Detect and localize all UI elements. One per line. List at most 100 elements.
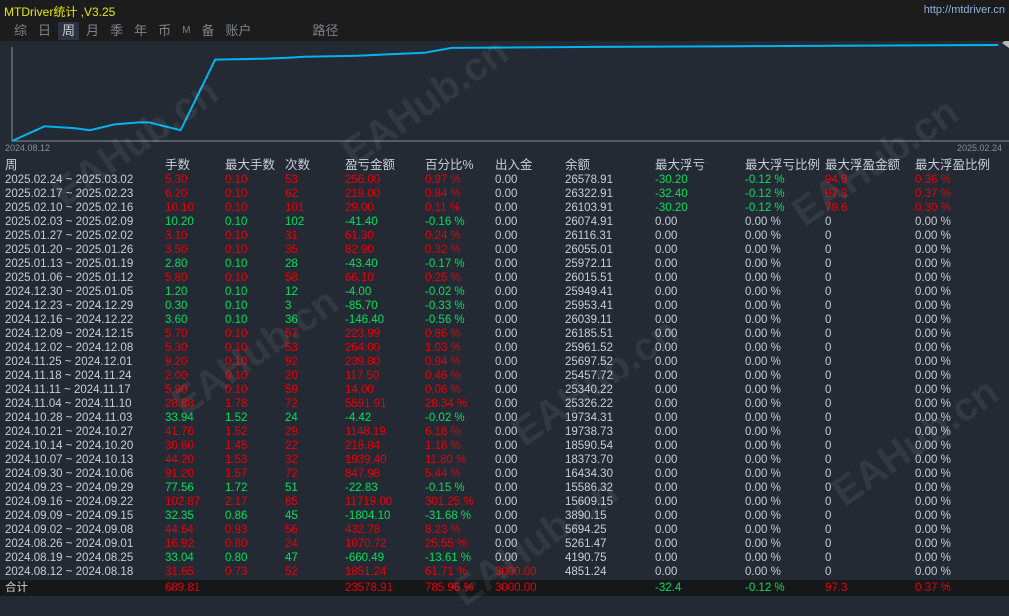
cell-lots: 44.64 bbox=[165, 524, 194, 536]
tab-2[interactable]: 周 bbox=[58, 22, 80, 40]
cell-max-drawdown: 0.00 bbox=[655, 300, 678, 312]
cell-profit: -4.42 bbox=[345, 412, 372, 424]
cell-week: 2024.11.18 ~ 2024.11.24 bbox=[5, 370, 132, 382]
cell-max-floating-profit-pct: 0.00 % bbox=[915, 342, 951, 354]
cell-max-drawdown: -32.40 bbox=[655, 188, 688, 200]
header-percent[interactable]: 百分比% bbox=[425, 157, 474, 173]
cell-max-lots: 0.80 bbox=[225, 538, 248, 550]
header-count[interactable]: 次数 bbox=[285, 157, 310, 173]
cell-max-drawdown: -30.20 bbox=[655, 174, 688, 186]
cell-profit: 29.00 bbox=[345, 202, 374, 214]
data-point bbox=[74, 127, 76, 129]
cell-max-drawdown-pct: 0.00 % bbox=[745, 412, 781, 424]
cell-max-floating-profit: 0 bbox=[825, 356, 832, 368]
cell-max-lots: 1.53 bbox=[225, 454, 248, 466]
tab-6[interactable]: 币 bbox=[154, 22, 175, 40]
tab-10[interactable]: 路径 bbox=[308, 22, 342, 40]
cell-balance: 15609.15 bbox=[565, 496, 613, 508]
table-row: 2024.10.28 ~ 2024.11.03 33.94 1.52 24 -4.42 -… bbox=[0, 411, 1009, 425]
cell-balance: 4851.24 bbox=[565, 566, 607, 578]
cell-percent: 0.84 % bbox=[425, 188, 461, 200]
cell-lots: 33.04 bbox=[165, 552, 194, 564]
table-row: 2024.09.16 ~ 2024.09.22 102.87 2.17 85 11719… bbox=[0, 495, 1009, 509]
tab-0[interactable]: 综 bbox=[10, 22, 31, 40]
cell-max-floating-profit: 0 bbox=[825, 454, 832, 466]
cell-deposit: 0.00 bbox=[495, 426, 518, 438]
cell-deposit: 0.00 bbox=[495, 370, 518, 382]
table-row: 2024.11.04 ~ 2024.11.10 28.88 1.78 72 5591.9… bbox=[0, 397, 1009, 411]
cell-max-floating-profit-pct: 0.00 % bbox=[915, 482, 951, 494]
tab-3[interactable]: 月 bbox=[82, 22, 103, 40]
tab-1[interactable]: 日 bbox=[34, 22, 55, 40]
cell-week: 2024.11.11 ~ 2024.11.17 bbox=[5, 384, 131, 396]
cell-max-lots: 0.10 bbox=[225, 258, 248, 270]
table-row: 2024.11.18 ~ 2024.11.24 2.00 0.10 20 117.50 0… bbox=[0, 369, 1009, 383]
header-balance[interactable]: 余额 bbox=[565, 157, 590, 173]
header-max-drawdown-pct[interactable]: 最大浮亏比例 bbox=[745, 157, 820, 173]
cell-max-drawdown-pct: 0.00 % bbox=[745, 216, 781, 228]
cell-week: 2025.02.24 ~ 2025.03.02 bbox=[5, 174, 134, 186]
cell-deposit: 3000.00 bbox=[495, 582, 537, 594]
cell-lots: 31.65 bbox=[165, 566, 194, 578]
cell-lots: 41.76 bbox=[165, 426, 194, 438]
cell-deposit: 0.00 bbox=[495, 244, 518, 256]
cell-week: 2024.10.07 ~ 2024.10.13 bbox=[5, 454, 134, 466]
header-max-lots[interactable]: 最大手数 bbox=[225, 157, 275, 173]
cell-profit: -660.49 bbox=[345, 552, 385, 564]
table-row: 2024.08.12 ~ 2024.08.18 31.65 0.73 52 1851.2… bbox=[0, 565, 1009, 579]
cell-profit: -1804.10 bbox=[345, 510, 391, 522]
cell-percent: -0.15 % bbox=[425, 482, 465, 494]
header-max-floating-profit-pct[interactable]: 最大浮盈比例 bbox=[915, 157, 990, 173]
cell-count: 52 bbox=[285, 566, 298, 578]
cell-max-floating-profit-pct: 0.00 % bbox=[915, 230, 951, 242]
cell-max-floating-profit: 0 bbox=[825, 398, 832, 410]
cell-percent: -0.33 % bbox=[425, 300, 465, 312]
cell-max-lots: 0.10 bbox=[225, 342, 248, 354]
cell-max-lots: 0.80 bbox=[225, 552, 248, 564]
tab-5[interactable]: 年 bbox=[130, 22, 151, 40]
cell-profit: 1939.40 bbox=[345, 454, 387, 466]
header-week[interactable]: 周 bbox=[5, 157, 18, 173]
header-max-floating-profit[interactable]: 最大浮盈金额 bbox=[825, 157, 900, 173]
cell-max-lots: 0.10 bbox=[225, 300, 248, 312]
cell-lots: 5.90 bbox=[165, 384, 188, 396]
cell-max-drawdown: 0.00 bbox=[655, 426, 678, 438]
tab-7[interactable]: M bbox=[178, 22, 194, 40]
cell-profit: 5591.91 bbox=[345, 398, 387, 410]
cell-balance: 18373.70 bbox=[565, 454, 613, 466]
cell-max-floating-profit-pct: 0.00 % bbox=[915, 356, 951, 368]
cell-week: 2024.09.30 ~ 2024.10.06 bbox=[5, 468, 134, 480]
cell-lots: 91.20 bbox=[165, 468, 194, 480]
cell-balance: 26039.11 bbox=[565, 314, 613, 326]
cell-deposit: 0.00 bbox=[495, 412, 518, 424]
cell-lots: 6.20 bbox=[165, 188, 188, 200]
cell-deposit: 0.00 bbox=[495, 188, 518, 200]
cell-max-drawdown-pct: 0.00 % bbox=[745, 524, 781, 536]
header-max-drawdown[interactable]: 最大浮亏 bbox=[655, 157, 705, 173]
cell-lots: 3.50 bbox=[165, 244, 188, 256]
cell-max-floating-profit: 94.8 bbox=[825, 174, 848, 186]
cell-max-lots: 0.10 bbox=[225, 314, 248, 326]
cell-max-floating-profit-pct: 0.36 % bbox=[915, 174, 951, 186]
tab-9[interactable]: 账户 bbox=[221, 22, 255, 40]
cell-max-drawdown: 0.00 bbox=[655, 440, 678, 452]
table-row: 2025.02.24 ~ 2025.03.02 5.30 0.10 53 256.00 0… bbox=[0, 173, 1009, 187]
cell-percent: 28.34 % bbox=[425, 398, 468, 410]
data-point bbox=[148, 121, 150, 123]
table-row: 2024.08.26 ~ 2024.09.01 16.92 0.80 24 1070.7… bbox=[0, 537, 1009, 551]
tab-8[interactable]: 备 bbox=[197, 22, 218, 40]
table-row: 2024.10.07 ~ 2024.10.13 44.20 1.53 32 1939.4… bbox=[0, 453, 1009, 467]
cell-max-lots: 1.52 bbox=[225, 426, 248, 438]
website-link[interactable]: http://mtdriver.cn bbox=[924, 4, 1005, 16]
cell-balance: 5694.25 bbox=[565, 524, 607, 536]
tab-4[interactable]: 季 bbox=[106, 22, 127, 40]
cell-max-drawdown-pct: 0.00 % bbox=[745, 328, 781, 340]
header-lots[interactable]: 手数 bbox=[165, 157, 190, 173]
cell-percent: 0.25 % bbox=[425, 272, 461, 284]
cell-max-drawdown-pct: 0.00 % bbox=[745, 300, 781, 312]
cell-max-floating-profit: 78.6 bbox=[825, 202, 848, 214]
header-profit[interactable]: 盈亏金额 bbox=[345, 157, 395, 173]
cell-balance: 26074.91 bbox=[565, 216, 613, 228]
header-deposit[interactable]: 出入金 bbox=[495, 157, 533, 173]
cell-percent: -31.68 % bbox=[425, 510, 472, 522]
